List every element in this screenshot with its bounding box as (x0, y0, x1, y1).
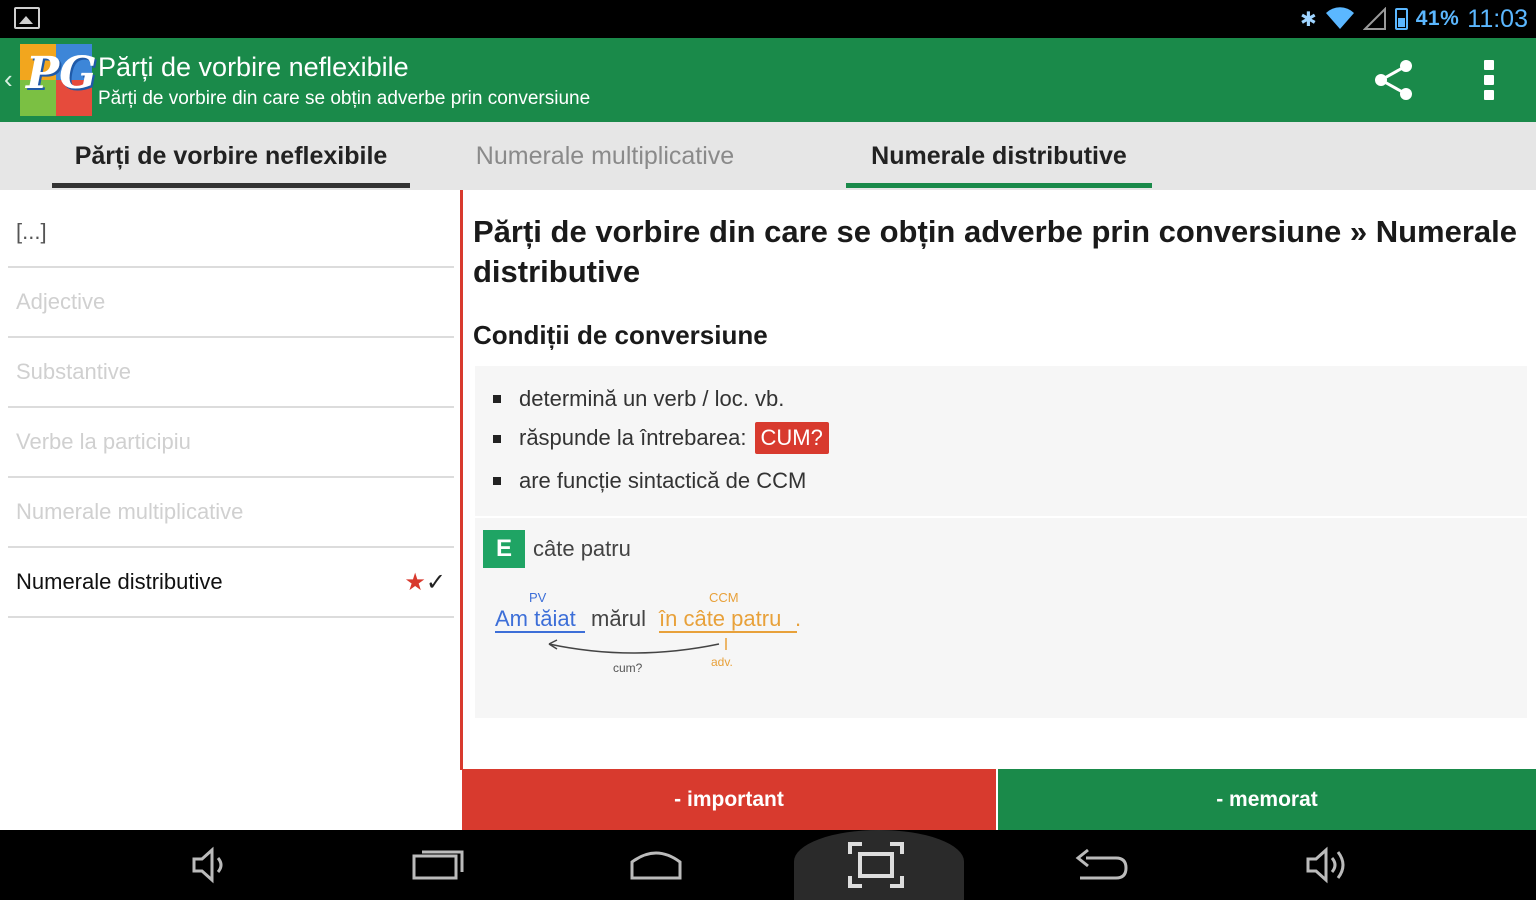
tab-numerale-distributive[interactable]: Numerale distributive (846, 122, 1152, 190)
star-icon: ★ (404, 568, 426, 596)
section-title: Condiții de conversiune (473, 320, 768, 350)
part-verb: Am tăiat (495, 606, 576, 631)
tab-parti-de-vorbire[interactable]: Părți de vorbire neflexibile (52, 122, 410, 190)
signal-icon (1362, 7, 1386, 30)
sidebar-item-label: Verbe la participiu (16, 429, 191, 454)
adv-label: adv. (711, 655, 733, 669)
sidebar-list: [...] Adjective Substantive Verbe la par… (0, 190, 460, 830)
battery-icon (1394, 8, 1408, 30)
overflow-menu-icon[interactable] (1478, 58, 1500, 102)
screenshot-icon[interactable] (846, 840, 906, 890)
item-marks: ★✓ (404, 568, 446, 596)
tab-bar: Părți de vorbire neflexibile Numerale mu… (0, 122, 1536, 190)
condition-item: răspunde la întrebarea: CUM? (493, 422, 829, 454)
back-chevron-icon[interactable]: ‹ (4, 64, 13, 95)
condition-text: are funcție sintactică de CCM (519, 468, 807, 493)
tab-label: Părți de vorbire neflexibile (74, 141, 388, 170)
sidebar-item-substantive[interactable]: Substantive (8, 338, 454, 408)
sidebar-item-verbe-la-participiu[interactable]: Verbe la participiu (8, 408, 454, 478)
bluetooth-icon: ✱ (1299, 7, 1317, 31)
volume-up-icon[interactable] (1296, 840, 1356, 890)
content-panel: Părți de vorbire din care se obțin adver… (460, 190, 1536, 770)
period: . (795, 606, 801, 631)
recent-apps-icon[interactable] (408, 840, 468, 890)
label-pv: PV (529, 590, 547, 605)
sidebar-item-numerale-distributive[interactable]: Numerale distributive ★✓ (8, 548, 454, 618)
label-ccm: CCM (709, 590, 739, 605)
app-title: Părți de vorbire neflexibile (98, 52, 409, 82)
page-title: Părți de vorbire din care se obțin adver… (473, 214, 1518, 289)
tab-numerale-multiplicative[interactable]: Numerale multiplicative (440, 122, 770, 190)
question-label: cum? (613, 661, 643, 675)
condition-text: răspunde la întrebarea: (519, 425, 747, 450)
back-icon[interactable] (1072, 840, 1132, 890)
app-subtitle: Părți de vorbire din care se obțin adver… (98, 88, 591, 109)
sidebar-item-label: Substantive (16, 359, 131, 384)
clock: 11:03 (1467, 4, 1528, 33)
sidebar-item-label: Numerale multiplicative (16, 499, 244, 524)
check-icon: ✓ (425, 568, 446, 596)
tab-label: Numerale distributive (871, 141, 1127, 170)
navigation-bar (0, 830, 1536, 900)
condition-item: determină un verb / loc. vb. (493, 386, 785, 412)
part-object: mărul (591, 606, 646, 631)
important-button[interactable]: - important (462, 769, 996, 830)
status-bar: ✱ 41% 11:03 (0, 0, 1536, 38)
bullet (493, 477, 501, 485)
volume-down-icon[interactable] (178, 840, 238, 890)
example-badge: E (483, 530, 525, 568)
question-badge: CUM? (754, 422, 829, 454)
gallery-icon (14, 7, 40, 29)
bullet (493, 395, 501, 403)
sentence-diagram: PV CCM Am tăiat mărul în câte patru . cu… (495, 590, 801, 675)
condition-item: are funcție sintactică de CCM (493, 468, 807, 494)
sidebar-item-label: Adjective (16, 289, 106, 314)
sidebar-item-numerale-multiplicative[interactable]: Numerale multiplicative (8, 478, 454, 548)
app-logo[interactable]: PG (20, 44, 97, 116)
tab-indicator (52, 183, 410, 188)
tab-label: Numerale multiplicative (475, 141, 735, 170)
sidebar-item-label: [...] (16, 219, 47, 244)
sidebar-item-adjective[interactable]: Adjective (8, 268, 454, 338)
condition-text: determină un verb / loc. vb. (519, 386, 785, 411)
memorat-button[interactable]: - memorat (998, 769, 1536, 830)
tab-indicator (846, 183, 1152, 188)
status-icons: ✱ 41% 11:03 (1300, 0, 1528, 38)
share-icon[interactable] (1372, 58, 1416, 102)
action-bar: ‹ PG Părți de vorbire neflexibile Părți … (0, 38, 1536, 122)
home-icon[interactable] (626, 840, 686, 890)
example-text: câte patru (533, 536, 631, 561)
sidebar-item-parent[interactable]: [...] (8, 198, 454, 268)
battery-percent: 41% (1415, 7, 1460, 30)
sidebar-item-label: Numerale distributive (16, 569, 223, 594)
part-adverbial: în câte patru (658, 606, 781, 631)
app-logo-letters: PG (26, 48, 97, 99)
wifi-icon (1325, 7, 1354, 29)
bullet (493, 435, 501, 443)
